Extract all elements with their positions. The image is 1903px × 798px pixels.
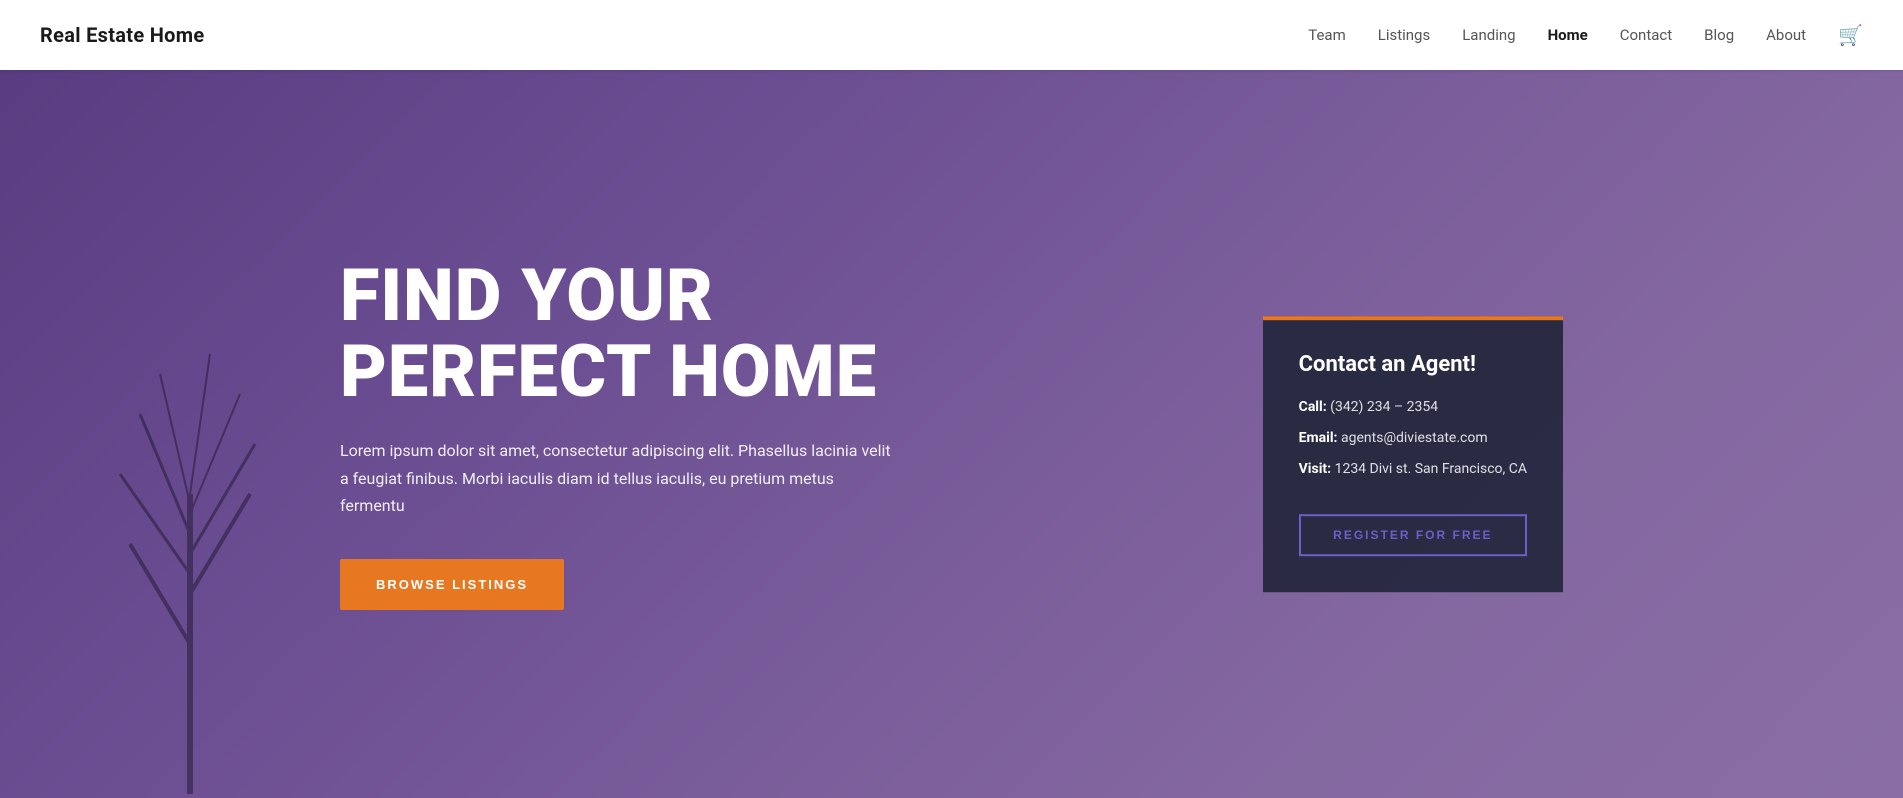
contact-visit-value: 1234 Divi st. San Francisco, CA [1335, 461, 1527, 477]
site-header: Real Estate Home Team Listings Landing H… [0, 0, 1903, 70]
nav-item-home[interactable]: Home [1548, 26, 1588, 44]
contact-visit: Visit: 1234 Divi st. San Francisco, CA [1299, 459, 1527, 480]
browse-listings-button[interactable]: BROWSE LISTINGS [340, 559, 564, 610]
nav-item-team[interactable]: Team [1308, 26, 1346, 44]
hero-section: FIND YOUR PERFECT HOME Lorem ipsum dolor… [0, 0, 1903, 798]
site-logo[interactable]: Real Estate Home [40, 23, 204, 47]
contact-phone: Call: (342) 234 – 2354 [1299, 397, 1527, 418]
contact-agent-card: Contact an Agent! Call: (342) 234 – 2354… [1263, 316, 1563, 592]
main-nav: Team Listings Landing Home Contact Blog … [1308, 23, 1863, 47]
hero-content: FIND YOUR PERFECT HOME Lorem ipsum dolor… [0, 188, 1903, 610]
contact-phone-value: (342) 234 – 2354 [1330, 399, 1438, 415]
contact-card-title: Contact an Agent! [1299, 352, 1527, 377]
hero-subtitle: Lorem ipsum dolor sit amet, consectetur … [340, 437, 900, 519]
nav-item-about[interactable]: About [1766, 26, 1806, 44]
contact-email: Email: agents@diviestate.com [1299, 428, 1527, 449]
contact-email-value: agents@diviestate.com [1341, 430, 1488, 446]
nav-item-listings[interactable]: Listings [1378, 26, 1430, 44]
nav-item-contact[interactable]: Contact [1620, 26, 1672, 44]
cart-icon[interactable]: 🛒 [1838, 23, 1863, 47]
hero-title: FIND YOUR PERFECT HOME [340, 258, 900, 409]
nav-item-landing[interactable]: Landing [1462, 26, 1515, 44]
hero-left-content: FIND YOUR PERFECT HOME Lorem ipsum dolor… [340, 258, 900, 610]
register-free-button[interactable]: REGISTER FOR FREE [1299, 514, 1527, 556]
nav-item-blog[interactable]: Blog [1704, 26, 1734, 44]
